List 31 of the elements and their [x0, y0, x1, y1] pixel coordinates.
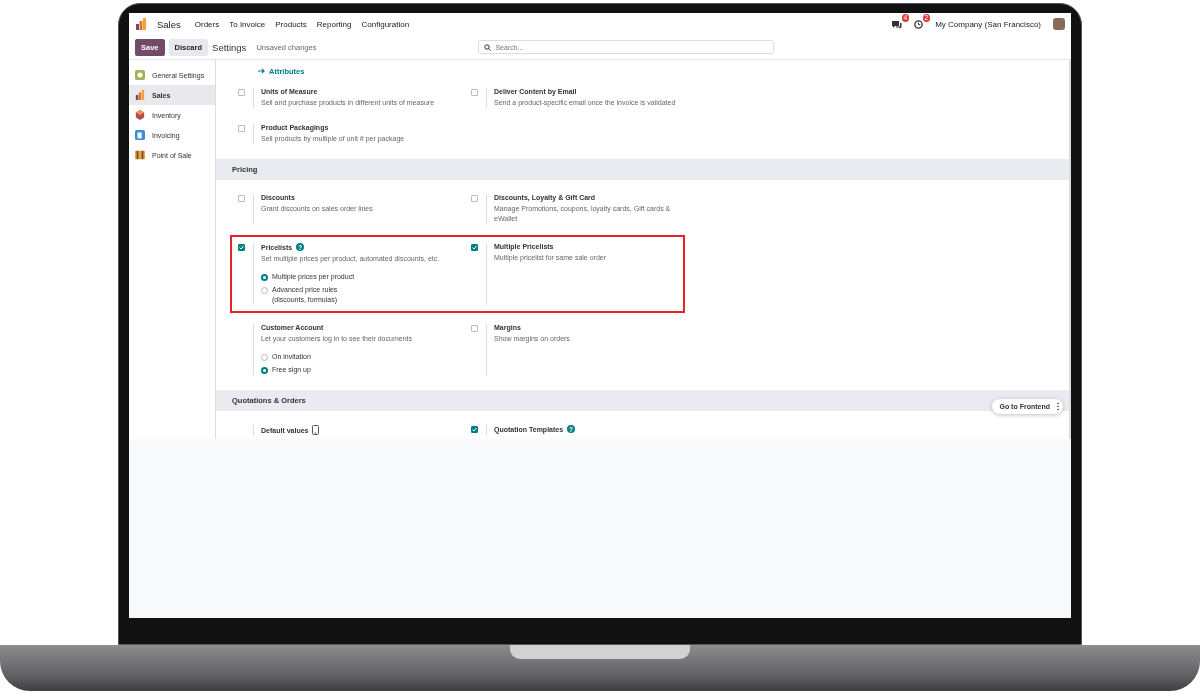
checkbox[interactable] [471, 195, 478, 202]
menu-item[interactable]: Configuration [361, 19, 410, 29]
app-icon [135, 150, 145, 160]
clock-icon[interactable] [914, 19, 924, 29]
checkbox[interactable] [238, 125, 245, 132]
checkbox[interactable] [238, 195, 245, 202]
app-icon [135, 130, 145, 140]
app-icon [135, 70, 145, 80]
checkbox[interactable] [471, 325, 478, 332]
app-logo-icon[interactable] [135, 18, 147, 30]
app-icon [135, 110, 145, 120]
app-name[interactable]: Sales [157, 18, 181, 30]
menu-item[interactable]: To Invoice [229, 19, 266, 29]
company-name[interactable]: My Company (San Francisco) [935, 19, 1041, 29]
menu-item[interactable]: Reporting [316, 19, 352, 29]
app-icon [135, 90, 145, 100]
radio-button[interactable] [261, 273, 268, 281]
checkbox[interactable] [238, 89, 245, 96]
search-icon [484, 43, 492, 51]
checkbox[interactable] [471, 89, 478, 96]
avatar-icon[interactable] [1053, 18, 1065, 30]
checkbox[interactable] [238, 244, 245, 251]
page-title: Settings [212, 41, 247, 53]
checkbox[interactable] [471, 426, 478, 433]
chat-icon[interactable] [891, 19, 903, 29]
menu-item[interactable]: Products [275, 19, 307, 29]
more-icon[interactable] [1056, 402, 1060, 411]
checkbox[interactable] [471, 244, 478, 251]
arrow-icon [258, 68, 265, 74]
radio-button[interactable] [261, 366, 268, 374]
menu-item[interactable]: Orders [194, 19, 220, 29]
